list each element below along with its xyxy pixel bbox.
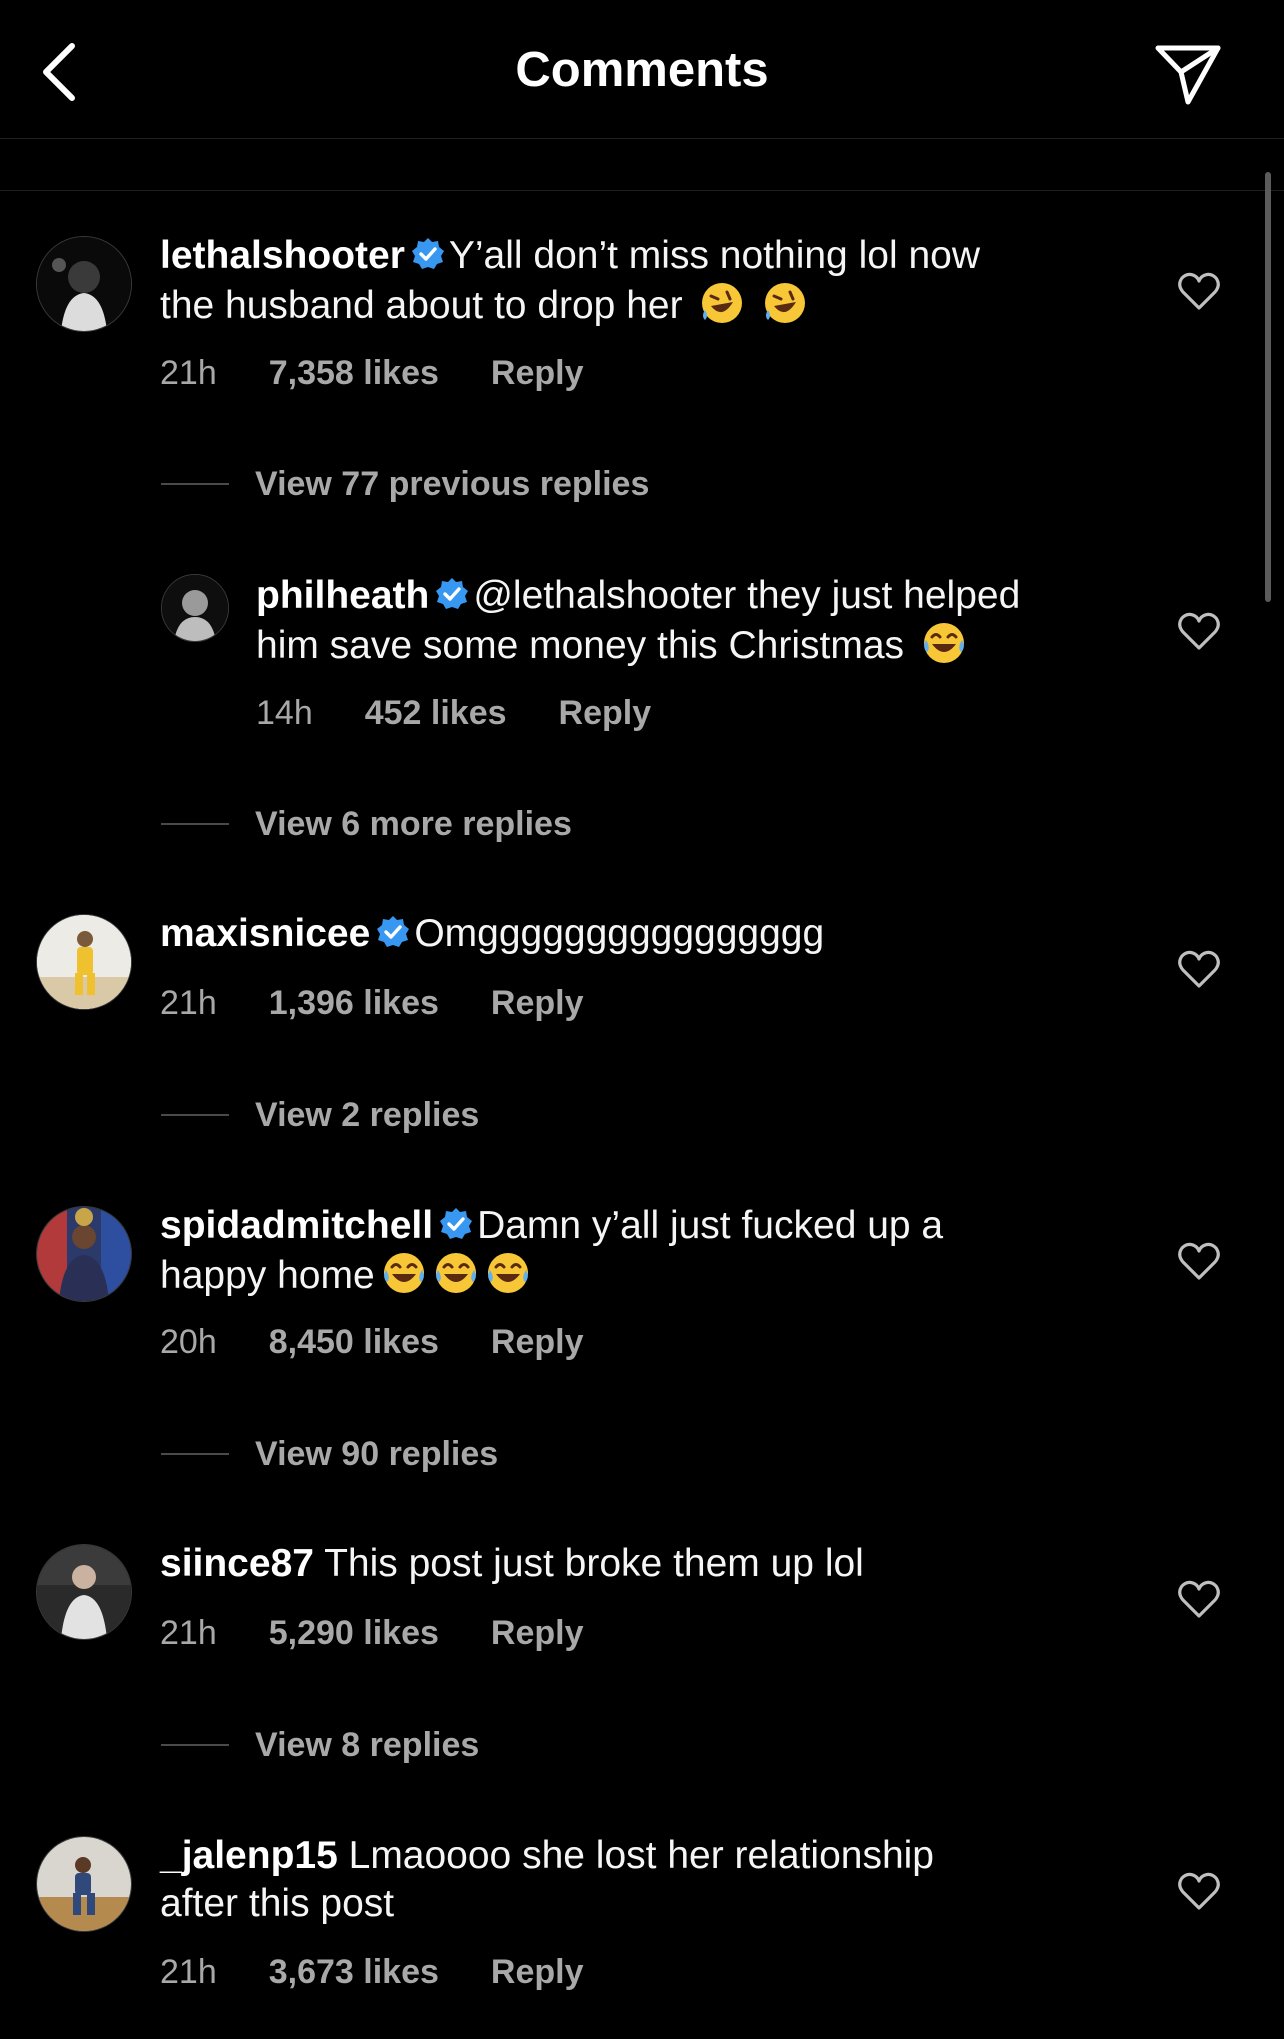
timestamp: 21h (160, 354, 217, 392)
reply-button[interactable]: Reply (491, 354, 584, 393)
comment-text: _jalenp15 Lmaoooo she lost her relations… (160, 1832, 1140, 1928)
view-replies-label: View 77 previous replies (255, 464, 650, 503)
comment-body: Omgggggggggggggggg (414, 912, 825, 955)
likes-count[interactable]: 1,396 likes (269, 984, 439, 1023)
comment-body: Damn y’all just fucked up a (477, 1204, 944, 1247)
username[interactable]: philheath (256, 574, 429, 617)
verified-badge-icon (440, 1208, 473, 1239)
comment-body-line2: after this post (160, 1882, 395, 1925)
scrollbar[interactable] (1265, 172, 1271, 602)
comment-text: philheath @lethalshooter they just helped… (256, 572, 1156, 670)
view-replies-button[interactable]: View 8 replies (161, 1725, 479, 1765)
comment-body-line2: happy home (160, 1254, 375, 1297)
heart-outline-icon[interactable] (1176, 1868, 1222, 1914)
timestamp: 20h (160, 1323, 217, 1361)
likes-count[interactable]: 8,450 likes (269, 1323, 439, 1362)
avatar[interactable] (161, 574, 229, 642)
comment-body: @lethalshooter they just helped (473, 574, 1021, 617)
header-bar: Comments (0, 0, 1284, 139)
comment-meta: 20h 8,450 likes Reply (160, 1323, 635, 1362)
avatar[interactable] (36, 1206, 132, 1302)
comment-meta: 21h 5,290 likes Reply (160, 1614, 635, 1653)
comment-body: Lmaoooo she lost her relationship (348, 1834, 934, 1877)
rolling-on-floor-laughing-emoji-icon (702, 283, 743, 323)
heart-outline-icon[interactable] (1176, 1238, 1222, 1284)
reply-button[interactable]: Reply (491, 1614, 584, 1653)
avatar[interactable] (36, 236, 132, 332)
comment-meta: 21h 7,358 likes Reply (160, 354, 635, 393)
comment-text: siince87 This post just broke them up lo… (160, 1540, 1140, 1588)
reply-button[interactable]: Reply (491, 1323, 584, 1362)
username[interactable]: siince87 (160, 1542, 314, 1585)
avatar[interactable] (36, 1836, 132, 1932)
comment-meta: 21h 3,673 likes Reply (160, 1953, 635, 1992)
verified-badge-icon (377, 916, 410, 947)
view-replies-label: View 2 replies (255, 1095, 480, 1134)
avatar[interactable] (36, 914, 132, 1010)
view-replies-label: View 8 replies (255, 1725, 480, 1764)
comment-text: lethalshooter Y’all don’t miss nothing lo… (160, 232, 1140, 330)
divider (0, 190, 1284, 191)
tears-of-joy-emoji-icon (383, 1253, 424, 1293)
comment-body-line2: the husband about to drop her (160, 284, 683, 327)
heart-outline-icon[interactable] (1176, 946, 1222, 992)
likes-count[interactable]: 452 likes (365, 694, 507, 733)
avatar[interactable] (36, 1544, 132, 1640)
comment-text: spidadmitchell Damn y’all just fucked up … (160, 1202, 1140, 1300)
verified-badge-icon (411, 238, 444, 269)
username[interactable]: _jalenp15 (160, 1834, 338, 1877)
heart-outline-icon[interactable] (1176, 608, 1222, 654)
reply-button[interactable]: Reply (491, 984, 584, 1023)
likes-count[interactable]: 3,673 likes (269, 1953, 439, 1992)
share-button[interactable] (1148, 34, 1228, 114)
comment-meta: 21h 1,396 likes Reply (160, 984, 635, 1023)
view-replies-label: View 6 more replies (255, 804, 572, 843)
likes-count[interactable]: 7,358 likes (269, 354, 439, 393)
comment-body: Y’all don’t miss nothing lol now (448, 234, 980, 277)
heart-outline-icon[interactable] (1176, 1576, 1222, 1622)
verified-badge-icon (436, 578, 469, 609)
comment-meta: 14h 452 likes Reply (256, 694, 703, 733)
username[interactable]: spidadmitchell (160, 1204, 433, 1247)
timestamp: 21h (160, 984, 217, 1022)
view-replies-button[interactable]: View 2 replies (161, 1095, 479, 1135)
reply-button[interactable]: Reply (559, 694, 652, 733)
view-replies-button[interactable]: View 77 previous replies (161, 464, 649, 504)
paper-plane-icon (1155, 45, 1221, 105)
view-replies-button[interactable]: View 6 more replies (161, 804, 572, 844)
tears-of-joy-emoji-icon (923, 623, 964, 663)
comment-body-line2: him save some money this Christmas (256, 624, 905, 667)
rolling-on-floor-laughing-emoji-icon (765, 283, 806, 323)
comment-text: maxisnicee Omgggggggggggggggg (160, 910, 1140, 958)
page-title: Comments (515, 43, 769, 97)
comment-body: This post just broke them up lol (324, 1542, 864, 1585)
view-replies-label: View 90 replies (255, 1434, 499, 1473)
tears-of-joy-emoji-icon (435, 1253, 476, 1293)
view-replies-button[interactable]: View 90 replies (161, 1434, 498, 1474)
username[interactable]: maxisnicee (160, 912, 370, 955)
timestamp: 14h (256, 694, 313, 732)
username[interactable]: lethalshooter (160, 234, 405, 277)
reply-button[interactable]: Reply (491, 1953, 584, 1992)
heart-outline-icon[interactable] (1176, 268, 1222, 314)
timestamp: 21h (160, 1614, 217, 1652)
likes-count[interactable]: 5,290 likes (269, 1614, 439, 1653)
timestamp: 21h (160, 1953, 217, 1991)
tears-of-joy-emoji-icon (487, 1253, 528, 1293)
